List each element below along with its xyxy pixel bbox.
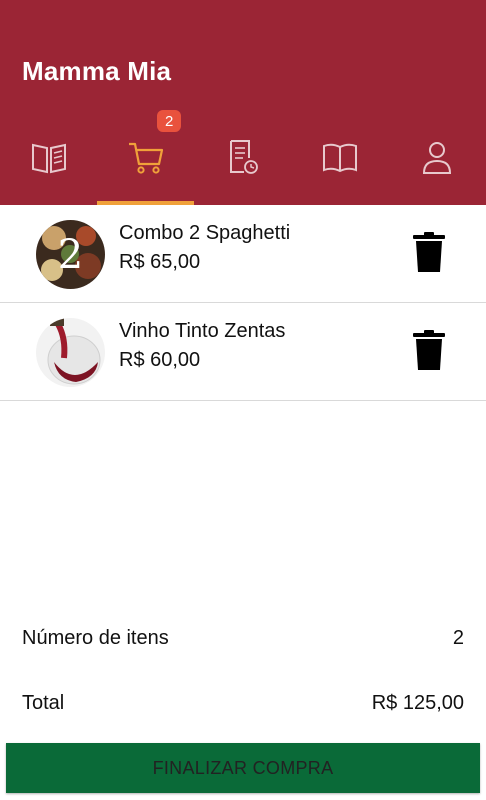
cart-item[interactable]: 2 Combo 2 Spaghetti R$ 65,00 — [0, 205, 486, 303]
thumb-number: 2 — [58, 232, 83, 278]
checkout-button[interactable]: FINALIZAR COMPRA — [6, 743, 480, 793]
total-label: Total — [22, 692, 65, 714]
tab-profile[interactable] — [389, 110, 486, 205]
app-title: Mamma Mia — [22, 56, 172, 86]
item-price: R$ 60,00 — [119, 349, 201, 371]
open-book-icon — [323, 143, 358, 173]
item-thumbnail — [36, 318, 105, 387]
cart-item[interactable]: Vinho Tinto Zentas R$ 60,00 — [0, 303, 486, 401]
tab-menu[interactable] — [0, 110, 97, 205]
delete-icon[interactable] — [413, 330, 445, 370]
menu-book-icon — [31, 143, 66, 174]
order-history-icon — [230, 140, 258, 174]
cart-icon — [128, 142, 163, 174]
tab-book[interactable] — [292, 110, 389, 205]
item-price: R$ 65,00 — [119, 251, 201, 273]
item-thumbnail: 2 — [36, 220, 105, 289]
item-name: Combo 2 Spaghetti — [119, 222, 291, 244]
cart-count-badge: 2 — [157, 110, 182, 132]
app-header: Mamma Mia 2 — [0, 0, 486, 205]
tab-orders[interactable] — [194, 110, 291, 205]
delete-icon[interactable] — [413, 232, 445, 272]
profile-icon — [423, 142, 452, 174]
item-name: Vinho Tinto Zentas — [119, 320, 286, 342]
total-row: Total R$ 125,00 — [22, 692, 464, 715]
items-count-value: 2 — [452, 627, 464, 649]
cart-list: 2 Combo 2 Spaghetti R$ 65,00 Vinho Tinto… — [0, 205, 486, 401]
tab-cart[interactable]: 2 — [97, 110, 195, 205]
total-value: R$ 125,00 — [371, 692, 464, 714]
items-count-row: Número de itens 2 — [22, 627, 464, 650]
tab-bar: 2 — [0, 110, 486, 205]
items-count-label: Número de itens — [22, 627, 169, 649]
